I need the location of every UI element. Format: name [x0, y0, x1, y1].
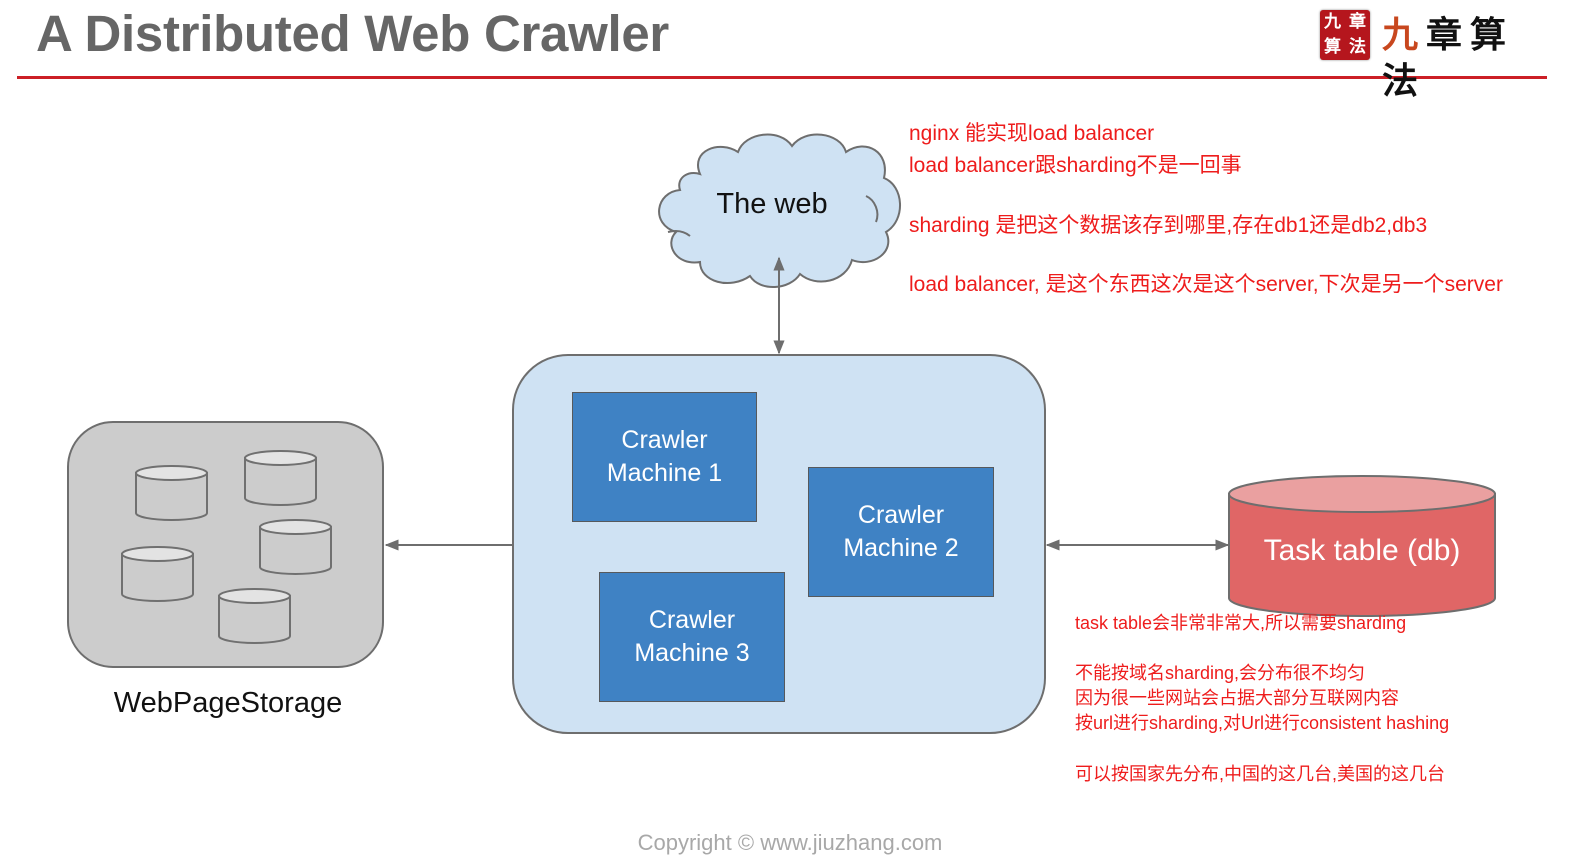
task-table-label: Task table (db)	[1263, 534, 1461, 567]
disk-icon	[259, 519, 332, 575]
note-url-hashing: 按url进行sharding,对Url进行consistent hashing	[1075, 713, 1450, 733]
machine-label-line2: Machine 3	[634, 639, 750, 667]
disk-top	[244, 450, 317, 466]
note-no-domain-sharding: 不能按域名sharding,会分布很不均匀	[1075, 663, 1366, 683]
disk-icon	[218, 588, 291, 644]
note-lb-vs-sharding: load balancer跟sharding不是一回事	[909, 154, 1242, 177]
machine-label-line1: Crawler	[621, 426, 708, 454]
machine-label-line1: Crawler	[648, 606, 736, 634]
machine-label-line2: Machine 2	[843, 534, 959, 562]
crawler-machine-2: Crawler Machine 2	[808, 467, 994, 597]
machine-label-line1: Crawler	[857, 501, 945, 529]
disk-top	[135, 465, 208, 481]
disk-icon	[121, 546, 194, 602]
cloud-label: The web	[716, 188, 828, 220]
note-country-distribution: 可以按国家先分布,中国的这几台,美国的这几台	[1075, 764, 1445, 784]
crawler-machine-3: Crawler Machine 3	[599, 572, 785, 702]
storage-label: WebPageStorage	[113, 687, 343, 719]
disk-icon	[244, 450, 317, 506]
copyright-footer: Copyright © www.jiuzhang.com	[637, 830, 943, 855]
note-nginx: nginx 能实现load balancer	[909, 122, 1155, 145]
disk-icon	[135, 465, 208, 521]
note-lb-def: load balancer, 是这个东西这次是这个server,下次是另一个se…	[909, 273, 1503, 296]
disk-top	[218, 588, 291, 604]
note-task-table-size: task table会非常非常大,所以需要sharding	[1075, 613, 1407, 633]
disk-top	[121, 546, 194, 562]
machine-label-line2: Machine 1	[606, 459, 723, 487]
note-uneven-reason: 因为很一些网站会占据大部分互联网内容	[1075, 688, 1399, 708]
task-table-top	[1228, 475, 1496, 513]
crawler-machine-1: Crawler Machine 1	[572, 392, 757, 522]
disk-top	[259, 519, 332, 535]
note-sharding-def: sharding 是把这个数据该存到哪里,存在db1还是db2,db3	[909, 214, 1428, 237]
